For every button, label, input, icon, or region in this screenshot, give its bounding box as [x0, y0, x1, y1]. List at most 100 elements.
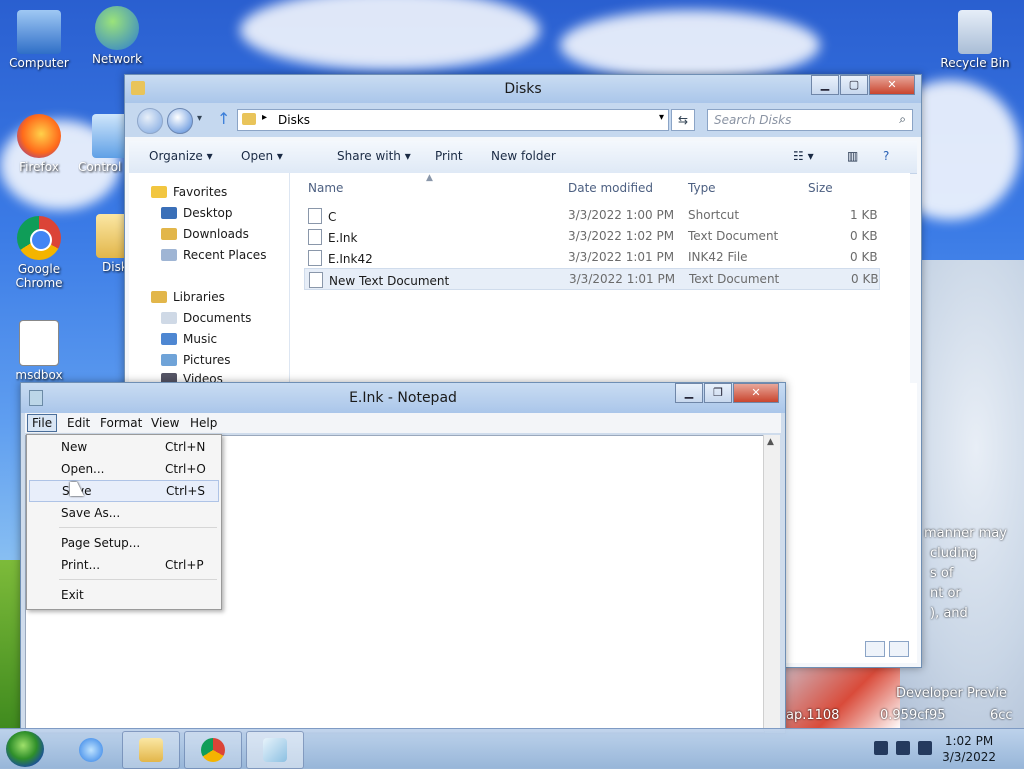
minimize-button[interactable]: ▁ — [811, 75, 839, 95]
column-header-date[interactable]: Date modified — [568, 181, 653, 195]
organize-label: Organize — [149, 149, 203, 163]
desktop-icon-firefox[interactable]: Firefox — [4, 114, 74, 174]
taskbar-notepad[interactable] — [246, 731, 304, 769]
recent-places-icon — [161, 249, 177, 261]
menu-item-new[interactable]: New Ctrl+N — [29, 437, 217, 457]
desktop-icon-disks[interactable]: Disks — [86, 214, 124, 274]
forward-button[interactable] — [167, 108, 193, 134]
details-view-icon[interactable] — [865, 641, 885, 657]
menu-help[interactable]: Help — [190, 416, 217, 430]
close-button[interactable]: ✕ — [869, 75, 915, 95]
mouse-pointer-icon — [70, 482, 84, 496]
search-placeholder: Search Disks — [714, 113, 792, 127]
clock[interactable]: 1:02 PM 3/3/2022 — [942, 733, 996, 765]
nav-pictures[interactable]: Pictures — [161, 353, 231, 367]
desktop-icon-control-panel[interactable]: Control — [78, 114, 128, 174]
share-with-button[interactable]: Share with ▾ — [337, 149, 411, 163]
preview-pane-icon[interactable]: ▥ — [847, 149, 858, 163]
up-arrow-icon[interactable]: ↑ — [217, 109, 230, 128]
window-title: Disks — [504, 81, 542, 97]
watermark-line: cluding — [930, 546, 978, 561]
close-button[interactable]: ✕ — [733, 383, 779, 403]
chrome-icon — [201, 738, 225, 762]
address-bar[interactable]: ▸ Disks ▾ — [237, 109, 669, 131]
nav-recent-places[interactable]: Recent Places — [161, 248, 266, 262]
file-row[interactable]: C 3/3/2022 1:00 PM Shortcut 1 KB — [304, 205, 878, 225]
menu-item-page-setup[interactable]: Page Setup... — [29, 533, 217, 553]
internet-explorer-icon — [79, 738, 103, 762]
navigation-pane: Favorites Desktop Downloads Recent Place… — [129, 173, 290, 383]
view-options-icon[interactable]: ☷ ▾ — [793, 149, 814, 163]
menu-separator — [59, 579, 217, 580]
pictures-icon — [161, 354, 177, 366]
nav-documents[interactable]: Documents — [161, 311, 251, 325]
nav-favorites[interactable]: Favorites — [151, 185, 227, 199]
column-header-type[interactable]: Type — [688, 181, 716, 195]
menu-item-label: Print... — [61, 558, 101, 572]
file-row[interactable]: E.Ink42 3/3/2022 1:01 PM INK42 File 0 KB — [304, 247, 878, 267]
menu-item-save[interactable]: Save Ctrl+S — [29, 480, 219, 502]
desktop-icon-recycle-bin[interactable]: Recycle Bin — [940, 10, 1010, 70]
new-folder-button[interactable]: New folder — [491, 149, 556, 163]
notepad-titlebar[interactable]: E.Ink - Notepad ▁ ❐ ✕ — [21, 383, 785, 413]
search-box[interactable]: Search Disks ⌕ — [707, 109, 913, 131]
nav-music[interactable]: Music — [161, 332, 217, 346]
menu-item-open[interactable]: Open... Ctrl+O — [29, 459, 217, 479]
menu-file[interactable]: File — [27, 414, 58, 432]
refresh-button[interactable]: ⇆ — [671, 109, 695, 131]
large-icons-view-icon[interactable] — [889, 641, 909, 657]
minimize-button[interactable]: ▁ — [675, 383, 703, 403]
back-button[interactable] — [137, 108, 163, 134]
libraries-icon — [151, 291, 167, 303]
help-icon[interactable]: ? — [883, 149, 889, 163]
maximize-button[interactable]: ▢ — [840, 75, 868, 95]
flag-icon[interactable] — [874, 741, 888, 755]
chevron-down-icon[interactable]: ▾ — [659, 112, 664, 123]
file-row-selected[interactable]: New Text Document 3/3/2022 1:01 PM Text … — [304, 268, 880, 290]
recent-pages-icon[interactable]: ▾ — [197, 113, 202, 124]
taskbar-chrome[interactable] — [184, 731, 242, 769]
explorer-titlebar[interactable]: Disks ▁ ▢ ✕ — [125, 75, 921, 103]
menu-item-exit[interactable]: Exit — [29, 585, 217, 605]
menu-item-save-as[interactable]: Save As... — [29, 503, 217, 523]
watermark-line: ), and — [930, 606, 968, 621]
menu-item-shortcut: Ctrl+N — [165, 440, 206, 454]
file-name: New Text Document — [329, 274, 450, 288]
nav-label: Documents — [183, 311, 252, 325]
breadcrumb-disks[interactable]: Disks — [278, 113, 310, 127]
folder-icon — [242, 113, 256, 125]
volume-icon[interactable] — [918, 741, 932, 755]
file-date: 3/3/2022 1:01 PM — [568, 250, 675, 264]
organize-button[interactable]: Organize ▾ — [149, 149, 213, 163]
shortcut-icon — [308, 208, 322, 224]
open-button[interactable]: Open ▾ — [241, 149, 283, 163]
open-label: Open — [241, 149, 274, 163]
nav-libraries[interactable]: Libraries — [151, 290, 225, 304]
start-button[interactable] — [6, 731, 44, 767]
nav-desktop[interactable]: Desktop — [161, 206, 233, 220]
menu-edit[interactable]: Edit — [67, 416, 90, 430]
restore-button[interactable]: ❐ — [704, 383, 732, 403]
menu-item-shortcut: Ctrl+S — [166, 484, 206, 498]
sort-arrow-icon: ▲ — [426, 173, 433, 183]
column-header-name[interactable]: Name — [308, 181, 343, 195]
menu-format[interactable]: Format — [100, 416, 142, 430]
file-row[interactable]: E.Ink 3/3/2022 1:02 PM Text Document 0 K… — [304, 226, 878, 246]
column-header-size[interactable]: Size — [808, 181, 833, 195]
taskbar-internet-explorer[interactable] — [62, 731, 120, 769]
desktop-icon-google-chrome[interactable]: Google Chrome — [4, 216, 74, 290]
network-icon[interactable] — [896, 741, 910, 755]
search-icon[interactable]: ⌕ — [899, 112, 906, 127]
nav-downloads[interactable]: Downloads — [161, 227, 249, 241]
menu-item-print[interactable]: Print... Ctrl+P — [29, 555, 217, 575]
taskbar-explorer[interactable] — [122, 731, 180, 769]
desktop-icon-msdbox[interactable]: msdbox — [4, 320, 74, 382]
desktop-icon-network[interactable]: Network — [82, 6, 152, 66]
vertical-scrollbar[interactable]: ▲ — [763, 435, 780, 731]
menu-view[interactable]: View — [151, 416, 179, 430]
scroll-up-arrow-icon[interactable]: ▲ — [767, 437, 774, 447]
print-button[interactable]: Print — [435, 149, 463, 163]
desktop-icon-computer[interactable]: Computer — [4, 10, 74, 70]
file-name: C — [328, 210, 337, 224]
watermark-line: 6cc — [990, 708, 1013, 723]
